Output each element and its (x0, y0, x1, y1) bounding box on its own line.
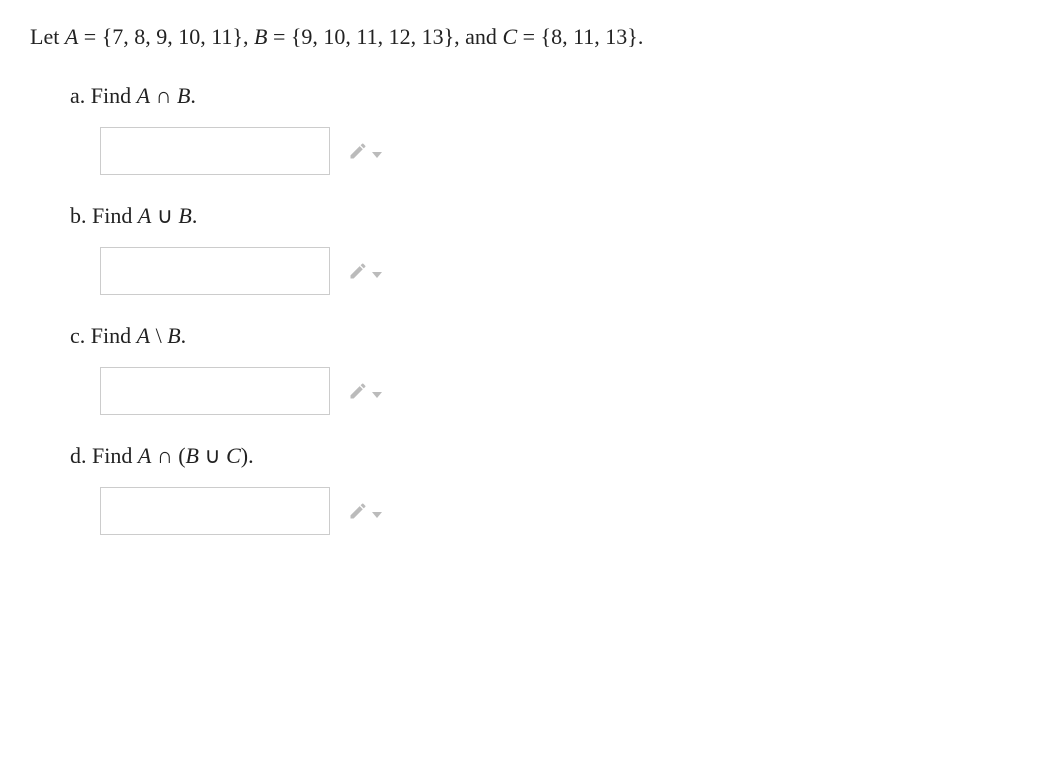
caret-down-icon (372, 272, 382, 278)
question-a-label: a. Find A ∩ B. (70, 83, 1032, 109)
equation-editor-button-c[interactable] (348, 381, 382, 401)
question-b-expr: A ∪ B. (138, 203, 198, 228)
var-B: B (254, 24, 267, 49)
answer-row-b (100, 247, 1032, 295)
intro-B-eq: = {9, 10, 11, 12, 13}, (267, 24, 465, 49)
question-c-expr: A \ B. (137, 323, 187, 348)
question-c-label: c. Find A \ B. (70, 323, 1032, 349)
question-d: d. Find A ∩ (B ∪ C). (70, 443, 1032, 535)
answer-row-d (100, 487, 1032, 535)
question-a-letter: a. (70, 83, 85, 108)
question-list: a. Find A ∩ B. b. Find A ∪ B. (30, 83, 1032, 535)
question-b-letter: b. (70, 203, 87, 228)
pencil-icon (348, 141, 368, 161)
caret-down-icon (372, 512, 382, 518)
answer-input-b[interactable] (100, 247, 330, 295)
question-c-letter: c. (70, 323, 85, 348)
var-A: A (65, 24, 78, 49)
equation-editor-button-b[interactable] (348, 261, 382, 281)
intro-let: Let (30, 24, 65, 49)
question-d-expr: A ∩ (B ∪ C). (138, 443, 254, 468)
question-b: b. Find A ∪ B. (70, 203, 1032, 295)
question-d-prefix: Find (92, 443, 138, 468)
intro-C-eq: = {8, 11, 13}. (517, 24, 643, 49)
intro-and: and (465, 24, 502, 49)
question-b-label: b. Find A ∪ B. (70, 203, 1032, 229)
pencil-icon (348, 261, 368, 281)
question-d-label: d. Find A ∩ (B ∪ C). (70, 443, 1032, 469)
answer-input-c[interactable] (100, 367, 330, 415)
equation-editor-button-d[interactable] (348, 501, 382, 521)
answer-input-a[interactable] (100, 127, 330, 175)
caret-down-icon (372, 392, 382, 398)
problem-intro: Let A = {7, 8, 9, 10, 11}, B = {9, 10, 1… (30, 20, 1032, 53)
question-b-prefix: Find (92, 203, 138, 228)
intro-A-eq: = {7, 8, 9, 10, 11}, (78, 24, 254, 49)
pencil-icon (348, 381, 368, 401)
question-d-letter: d. (70, 443, 87, 468)
caret-down-icon (372, 152, 382, 158)
answer-input-d[interactable] (100, 487, 330, 535)
answer-row-c (100, 367, 1032, 415)
question-c: c. Find A \ B. (70, 323, 1032, 415)
question-c-prefix: Find (91, 323, 137, 348)
question-a-expr: A ∩ B. (137, 83, 196, 108)
pencil-icon (348, 501, 368, 521)
question-a-prefix: Find (91, 83, 137, 108)
question-a: a. Find A ∩ B. (70, 83, 1032, 175)
var-C: C (502, 24, 517, 49)
answer-row-a (100, 127, 1032, 175)
equation-editor-button-a[interactable] (348, 141, 382, 161)
